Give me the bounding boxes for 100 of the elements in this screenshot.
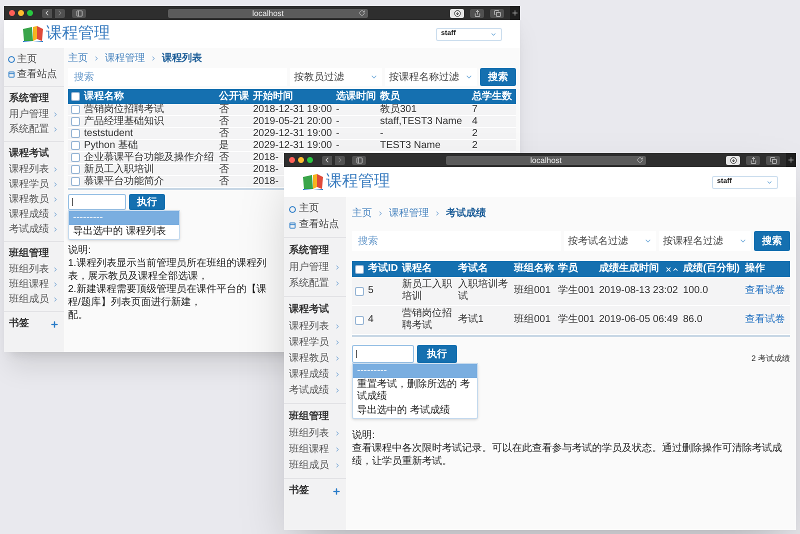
column-header[interactable]: 操作 <box>745 263 765 275</box>
x-icon[interactable] <box>665 266 672 272</box>
sidebar-item[interactable]: 系统配置 <box>4 122 64 137</box>
share-button[interactable] <box>470 8 484 18</box>
sidebar-item[interactable]: 主页 <box>4 52 64 67</box>
sidebar-item[interactable]: 班组列表 <box>4 262 64 277</box>
column-header[interactable]: 成绩(百分制) <box>683 263 740 275</box>
new-tab-button[interactable] <box>510 6 520 20</box>
sidebar-item[interactable]: 用户管理 <box>4 107 64 122</box>
checkbox[interactable] <box>71 92 80 101</box>
run-button[interactable]: 执行 <box>417 345 457 363</box>
sidebar-item[interactable]: 班组列表 <box>284 425 346 441</box>
checkbox[interactable] <box>71 165 80 174</box>
column-header[interactable]: 公开课 <box>219 90 249 102</box>
checkbox[interactable] <box>71 153 80 162</box>
breadcrumb-link[interactable]: 考试成绩 <box>446 206 486 220</box>
caret-up-icon[interactable] <box>672 266 679 272</box>
sidebar-item[interactable]: 班组成员 <box>4 292 64 307</box>
sidebar-item[interactable]: 主页 <box>284 201 346 217</box>
action-field[interactable] <box>68 194 126 210</box>
column-header[interactable]: 开始时间 <box>253 90 293 102</box>
filter-select[interactable]: 按课程名过滤 <box>659 231 751 251</box>
checkbox[interactable] <box>355 286 364 296</box>
sidebar-item[interactable]: 课程教员 <box>284 350 346 366</box>
forward-button[interactable] <box>335 156 345 164</box>
close-button[interactable] <box>9 10 15 16</box>
minimize-button[interactable] <box>298 157 304 163</box>
breadcrumb-link[interactable]: 主页 <box>68 50 88 66</box>
breadcrumb-link[interactable]: 主页 <box>352 206 372 220</box>
search-field[interactable]: 搜索 <box>68 68 287 86</box>
checkbox[interactable] <box>71 141 80 150</box>
checkbox[interactable] <box>355 316 364 324</box>
sidebar-item[interactable]: 课程学员 <box>284 334 346 350</box>
address-bar[interactable]: localhost <box>168 8 368 18</box>
checkbox[interactable] <box>71 129 80 138</box>
dropdown-option[interactable]: 导出选中的 考试成绩 <box>353 404 477 418</box>
sidebar-item[interactable]: 班组课程 <box>4 277 64 292</box>
close-button[interactable] <box>289 157 295 163</box>
new-tab-button[interactable] <box>786 153 796 167</box>
sidebar-item[interactable]: 考试成绩 <box>4 222 64 237</box>
column-header[interactable]: 考试名 <box>458 263 488 275</box>
back-button[interactable] <box>322 156 332 164</box>
forward-button[interactable] <box>55 8 65 18</box>
column-header[interactable]: 教员 <box>380 90 400 102</box>
download-button[interactable] <box>450 8 464 18</box>
column-header[interactable]: 课程名 <box>402 263 432 275</box>
tabs-button[interactable] <box>490 8 504 18</box>
sidebar-item[interactable]: 课程成绩 <box>284 366 346 382</box>
filter-select[interactable]: 按考试名过滤 <box>564 231 656 251</box>
dropdown-option[interactable]: 导出选中的 课程列表 <box>69 225 179 239</box>
column-header[interactable]: 成绩生成时间 <box>599 263 659 275</box>
column-header[interactable]: 考试ID <box>368 263 398 275</box>
zoom-button[interactable] <box>27 10 33 16</box>
add-icon[interactable] <box>332 486 341 496</box>
add-icon[interactable] <box>50 320 59 328</box>
sidebar-toggle-button[interactable] <box>72 8 86 18</box>
checkbox[interactable] <box>71 117 80 126</box>
dropdown-option[interactable]: 重置考试，删除所选的 考试成绩 <box>353 378 477 404</box>
search-button[interactable]: 搜索 <box>480 68 516 86</box>
sidebar-item[interactable]: 课程列表 <box>284 318 346 334</box>
sidebar-item[interactable]: 用户管理 <box>284 259 346 275</box>
filter-select[interactable]: 按教员过滤 <box>290 68 382 86</box>
action-field[interactable] <box>352 345 414 363</box>
run-button[interactable]: 执行 <box>129 194 165 210</box>
download-button[interactable] <box>726 156 740 164</box>
zoom-button[interactable] <box>307 157 313 163</box>
sidebar-item[interactable]: 查看站点 <box>4 67 64 82</box>
sidebar-item[interactable]: 课程成绩 <box>4 207 64 222</box>
search-field[interactable]: 搜索 <box>352 231 561 251</box>
column-header[interactable]: 班组名称 <box>514 263 554 275</box>
column-header[interactable]: 学员 <box>558 263 578 275</box>
breadcrumb-link[interactable]: 课程管理 <box>105 50 145 66</box>
sidebar-item[interactable]: 班组课程 <box>284 441 346 457</box>
column-header[interactable]: 选课时间 <box>336 90 376 102</box>
back-button[interactable] <box>42 8 52 18</box>
sidebar-item[interactable]: 查看站点 <box>284 217 346 233</box>
sidebar-item[interactable]: 课程学员 <box>4 177 64 192</box>
address-bar[interactable]: localhost <box>446 156 646 164</box>
filter-select[interactable]: 按课程名称过滤 <box>385 68 477 86</box>
checkbox[interactable] <box>355 264 364 274</box>
minimize-button[interactable] <box>18 10 24 16</box>
sidebar-toggle-button[interactable] <box>352 156 366 164</box>
sidebar-item[interactable]: 系统配置 <box>284 275 346 291</box>
column-header[interactable]: 总学生数 <box>472 90 512 102</box>
view-paper-link[interactable]: 查看试卷 <box>745 285 785 296</box>
sidebar-item[interactable]: 课程列表 <box>4 162 64 177</box>
breadcrumb-link[interactable]: 课程管理 <box>389 206 429 220</box>
view-paper-link[interactable]: 查看试卷 <box>745 314 785 325</box>
tabs-button[interactable] <box>766 156 780 164</box>
search-button[interactable]: 搜索 <box>754 231 790 251</box>
reload-icon[interactable] <box>359 10 365 16</box>
share-button[interactable] <box>746 156 760 164</box>
checkbox[interactable] <box>71 177 80 186</box>
breadcrumb-link[interactable]: 课程列表 <box>162 50 202 66</box>
checkbox[interactable] <box>71 105 80 114</box>
reload-icon[interactable] <box>637 157 643 163</box>
sidebar-item[interactable]: 班组成员 <box>284 457 346 473</box>
column-header[interactable]: 课程名称 <box>84 90 124 102</box>
sidebar-item[interactable]: 课程教员 <box>4 192 64 207</box>
sidebar-item[interactable]: 考试成绩 <box>284 382 346 398</box>
